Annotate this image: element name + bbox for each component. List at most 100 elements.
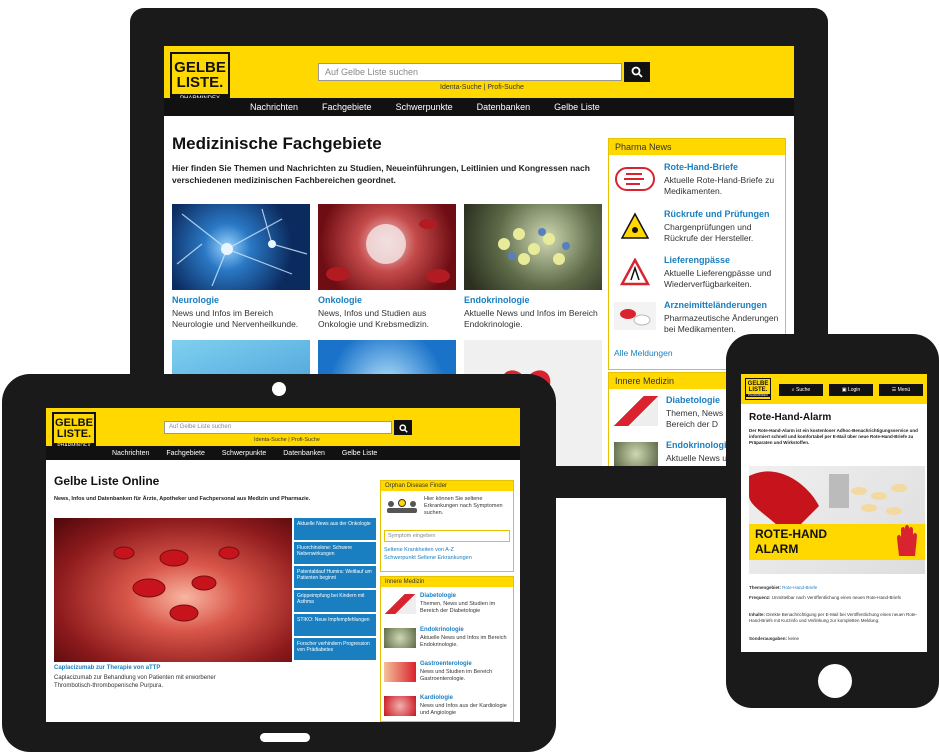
pharma-news-title[interactable]: Arzneimitteländerungen <box>664 300 767 310</box>
orphan-header: Orphan Disease Finder <box>381 481 513 491</box>
all-news-link[interactable]: Alle Meldungen <box>614 348 673 358</box>
nav-item[interactable]: Datenbanken <box>477 102 531 112</box>
orphan-link-az[interactable]: Seltene Krankheiten von A-Z <box>384 547 454 553</box>
warning-sign-icon <box>620 212 650 239</box>
phone-search-button[interactable]: ⌕ Suche <box>779 384 823 396</box>
innere-title[interactable]: Gastroenterologie <box>420 661 472 667</box>
meta-label: Themengebiet: <box>749 585 782 590</box>
button-label: Suche <box>796 387 811 393</box>
tablet-search-input[interactable]: Auf Gelbe Liste suchen <box>164 421 392 434</box>
innere-title[interactable]: Kardiologie <box>420 695 453 701</box>
phone-menu-button[interactable]: ☰ Menü <box>879 384 923 396</box>
innere-thumb[interactable] <box>384 662 416 682</box>
innere-text: Themen, News und Studien im Bereich der … <box>420 601 496 614</box>
diabetologie-thumb[interactable] <box>614 396 658 426</box>
nav-item[interactable]: Schwerpunkte <box>396 102 453 112</box>
pharma-news-header: Pharma News <box>609 139 785 155</box>
phone-home-button[interactable] <box>818 664 852 698</box>
red-hand-icon <box>615 167 655 191</box>
desktop-search-links[interactable]: Identa-Suche | Profi-Suche <box>440 84 524 91</box>
page-intro: Hier finden Sie Themen und Nachrichten z… <box>172 163 590 185</box>
meta-label: Sonderausgaben: <box>749 636 788 641</box>
nav-item[interactable]: Gelbe Liste <box>554 102 600 112</box>
news-list: Aktuelle News aus der Onkologie Fluorchi… <box>294 518 376 660</box>
news-list-item[interactable]: Forscher verhindern Progression von Präd… <box>294 638 376 660</box>
road-warning-icon <box>620 258 650 286</box>
nav-item[interactable]: Gelbe Liste <box>342 450 377 457</box>
tablet-camera <box>272 382 286 396</box>
symptom-input[interactable]: Symptom eingeben <box>384 530 510 542</box>
pharma-news-text: Aktuelle Rote-Hand-Briefe zu Medikamente… <box>664 175 775 196</box>
news-list-item[interactable]: Aktuelle News aus der Onkologie <box>294 518 376 540</box>
innere-title[interactable]: Diabetologie <box>666 395 720 405</box>
meta-value: Unmittelbar nach Veröffentlichung eines … <box>771 595 902 600</box>
hero-image[interactable] <box>54 518 292 662</box>
news-list-item[interactable]: STIKO: Neue Impfempfehlungen <box>294 614 376 636</box>
onkologie-image[interactable] <box>318 204 456 290</box>
orphan-link-focus[interactable]: Schwerpunkt Seltene Erkrankungen <box>384 555 472 561</box>
card-text-neurologie: News und Infos im Bereich Neurologie und… <box>172 308 299 329</box>
desktop-nav: Nachrichten Fachgebiete Schwerpunkte Dat… <box>164 98 794 116</box>
nav-item[interactable]: Fachgebiete <box>166 450 205 457</box>
nav-item[interactable]: Nachrichten <box>250 102 298 112</box>
innere-title[interactable]: Diabetologie <box>420 593 456 599</box>
logo-line2: LISTE. <box>56 428 92 440</box>
nav-item[interactable]: Datenbanken <box>283 450 325 457</box>
tablet-search-links[interactable]: Identa-Suche | Profi-Suche <box>254 437 320 443</box>
pills-icon <box>614 302 656 330</box>
innere-text: News und Studien im Bereich Gastroentero… <box>420 669 493 682</box>
meta-label: Frequenz: <box>749 595 771 600</box>
card-title-neurologie[interactable]: Neurologie <box>172 295 219 305</box>
card-title-endokrinologie[interactable]: Endokrinologie <box>464 295 530 305</box>
pharma-news-title[interactable]: Lieferengpässe <box>664 255 730 265</box>
tablet-home-bar[interactable] <box>260 733 310 742</box>
desktop-search-button[interactable] <box>624 62 650 82</box>
meta-label: Inhalte: <box>749 612 766 617</box>
desktop-search-input[interactable]: Auf Gelbe Liste suchen <box>318 63 622 81</box>
meta-value[interactable]: Rote-Hand-Briefe <box>782 585 817 590</box>
logo-line1: GELBE <box>174 59 226 76</box>
pharma-news-text: Chargenprüfungen und Rückrufe der Herste… <box>664 222 754 243</box>
nav-item[interactable]: Nachrichten <box>112 450 149 457</box>
hero-caption[interactable]: Caplacizumab zur Therapie von aTTP <box>54 665 160 671</box>
meta-row: Inhalte: Direkte Benachrichtigung per E-… <box>749 612 921 624</box>
innere-title[interactable]: Endokrinologie <box>420 627 464 633</box>
banner-text: ROTE-HAND ALARM <box>755 527 827 556</box>
pharma-news-text: Pharmazeutische Änderungen bei Medikamen… <box>664 313 779 334</box>
people-icon <box>387 499 417 513</box>
card-title-onkologie[interactable]: Onkologie <box>318 295 362 305</box>
nav-item[interactable]: Schwerpunkte <box>222 450 266 457</box>
meta-row: Sonderausgaben: keine <box>749 636 921 642</box>
phone-login-button[interactable]: ▣ Login <box>829 384 873 396</box>
news-list-item[interactable]: Grippeimpfung bei Kindern mit Asthma <box>294 590 376 612</box>
button-label: Menü <box>897 387 911 393</box>
news-list-item[interactable]: Patentablauf Humira: Weitlauf um Patient… <box>294 566 376 588</box>
innere-thumb[interactable] <box>384 594 416 614</box>
orphan-text: Hier können Sie seltene Erkrankungen nac… <box>424 496 503 516</box>
logo-sub: PHARMINDEX <box>746 393 770 397</box>
innere-thumb[interactable] <box>384 696 416 716</box>
phone-page-title: Rote-Hand-Alarm <box>749 412 832 423</box>
endokrinologie-image[interactable] <box>464 204 602 290</box>
card-text-endokrinologie: Aktuelle News und Infos im Bereich Endok… <box>464 308 598 329</box>
phone-logo[interactable]: GELBE LISTE. PHARMINDEX <box>745 378 771 400</box>
tablet-search-button[interactable] <box>394 420 412 435</box>
phone-intro: Der Rote-Hand-Alarm ist ein kostenloser … <box>749 428 918 445</box>
pharma-news-title[interactable]: Rote-Hand-Briefe <box>664 162 738 172</box>
tablet-screen: GELBE LISTE. PHARMINDEX Auf Gelbe Liste … <box>46 408 520 722</box>
phone-screen: GELBE LISTE. PHARMINDEX ⌕ Suche ▣ Login … <box>741 374 927 652</box>
innere-title[interactable]: Endokrinologie <box>666 440 732 450</box>
logo-line2: LISTE. <box>176 74 224 91</box>
tablet-page-title: Gelbe Liste Online <box>54 474 160 488</box>
endokrinologie-thumb[interactable] <box>614 442 658 466</box>
tablet-nav: Nachrichten Fachgebiete Schwerpunkte Dat… <box>46 446 520 460</box>
news-list-item[interactable]: Fluorchinolone: Schwere Nebenwirkungen <box>294 542 376 564</box>
nav-item[interactable]: Fachgebiete <box>322 102 372 112</box>
pharma-news-title[interactable]: Rückrufe und Prüfungen <box>664 209 770 219</box>
innere-text: News und Infos aus der Kardiologie und A… <box>420 703 507 716</box>
search-icon <box>631 66 643 78</box>
innere-text: Aktuelle News und Infos im Bereich Endok… <box>420 635 507 648</box>
neurologie-image[interactable] <box>172 204 310 290</box>
meta-row: Themengebiet: Rote-Hand-Briefe <box>749 585 921 591</box>
innere-thumb[interactable] <box>384 628 416 648</box>
